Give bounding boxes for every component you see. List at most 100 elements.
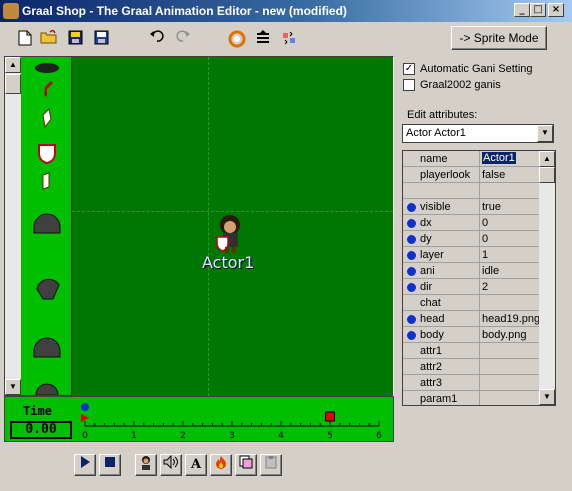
- timeline-ruler[interactable]: 0 1 2 3 4 5 6: [79, 401, 389, 441]
- attribute-row[interactable]: visible true: [403, 199, 540, 215]
- redo-icon[interactable]: [174, 30, 192, 48]
- timeline-tick-label: 1: [131, 431, 137, 441]
- actor-name-label: Actor1: [202, 253, 255, 272]
- attribute-value[interactable]: 1: [482, 249, 540, 261]
- window-title: Graal Shop - The Graal Animation Editor …: [22, 4, 347, 18]
- stop-icon[interactable]: [99, 454, 121, 476]
- attribute-row[interactable]: name Actor1: [403, 151, 540, 167]
- playback-bar: A: [0, 446, 400, 490]
- copy-frame-icon[interactable]: [235, 454, 257, 476]
- chevron-down-icon[interactable]: ▼: [537, 125, 553, 142]
- attribute-row[interactable]: attr3: [403, 375, 540, 391]
- maximize-button[interactable]: □: [530, 3, 546, 17]
- attribute-key: dx: [420, 217, 432, 229]
- attribute-row[interactable]: attr1: [403, 343, 540, 359]
- title-bar: Graal Shop - The Graal Animation Editor …: [0, 0, 572, 22]
- scroll-up-arrow-icon[interactable]: ▲: [539, 151, 555, 167]
- undo-icon[interactable]: [148, 30, 166, 48]
- shield-back-sprite-icon: [42, 172, 50, 190]
- automatic-gani-checkbox[interactable]: ✓: [403, 63, 415, 76]
- timeline-ticks: [84, 421, 380, 426]
- attribute-row[interactable]: param1: [403, 391, 540, 405]
- save-as-icon[interactable]: [92, 30, 110, 48]
- attribute-row[interactable]: chat: [403, 295, 540, 311]
- minimize-button[interactable]: _: [514, 3, 530, 17]
- attribute-dot-icon: [407, 331, 416, 340]
- attribute-value[interactable]: 0: [482, 217, 540, 229]
- scroll-thumb[interactable]: [539, 167, 555, 183]
- attribute-grid[interactable]: name Actor1 playerlook false visible true d…: [402, 150, 556, 406]
- attribute-dot-icon: [407, 235, 416, 244]
- sprite-strip: ▲ ▼: [4, 56, 72, 396]
- timeline-tick-label: 2: [180, 431, 186, 441]
- scroll-down-arrow-icon[interactable]: ▼: [5, 379, 21, 395]
- actor-sprite[interactable]: [212, 209, 252, 257]
- attribute-row[interactable]: [403, 183, 540, 199]
- ring-icon[interactable]: [228, 30, 246, 48]
- attribute-value[interactable]: true: [482, 201, 540, 213]
- attribute-key: body: [420, 329, 444, 341]
- attribute-key: attr3: [420, 377, 443, 389]
- attribute-row[interactable]: head head19.png: [403, 311, 540, 327]
- timeline-keyframe-marker: [325, 411, 335, 422]
- timeline-start-flag-icon: [81, 414, 89, 422]
- timeline[interactable]: Time 0.00 0 1 2 3 4 5 6: [4, 396, 394, 442]
- close-button[interactable]: ×: [548, 3, 564, 17]
- attribute-value[interactable]: body.png: [482, 329, 540, 341]
- save-icon[interactable]: [66, 30, 84, 48]
- helmet-sprite-icon: [33, 213, 61, 234]
- attribute-row[interactable]: ani idle: [403, 263, 540, 279]
- graal2002-checkbox[interactable]: [403, 79, 415, 92]
- automatic-gani-label: Automatic Gani Setting: [420, 63, 533, 75]
- attribute-row[interactable]: attr2: [403, 359, 540, 375]
- scroll-down-arrow-icon[interactable]: ▼: [539, 389, 555, 405]
- attribute-key: head: [420, 313, 445, 325]
- attribute-key: name: [420, 153, 448, 165]
- timeline-tick-label: 0: [82, 431, 88, 441]
- graal2002-checkbox-row[interactable]: Graal2002 ganis: [403, 79, 501, 92]
- scroll-up-arrow-icon[interactable]: ▲: [5, 57, 21, 73]
- attribute-value[interactable]: 2: [482, 281, 540, 293]
- object-select[interactable]: Actor Actor1 ▼: [402, 124, 554, 143]
- new-file-icon[interactable]: [16, 30, 34, 48]
- attribute-row[interactable]: dx 0: [403, 215, 540, 231]
- attribute-key: attr2: [420, 361, 443, 373]
- attribute-value[interactable]: 0: [482, 233, 540, 245]
- attribute-row[interactable]: layer 1: [403, 247, 540, 263]
- shield-side-sprite-icon: [42, 107, 52, 129]
- sprite-mode-button[interactable]: -> Sprite Mode: [451, 26, 547, 50]
- attribute-key: layer: [420, 249, 444, 261]
- attribute-key: attr1: [420, 345, 443, 357]
- edit-attributes-label: Edit attributes:: [407, 109, 478, 121]
- attribute-row[interactable]: playerlook false: [403, 167, 540, 183]
- time-value: 0.00: [10, 421, 72, 439]
- attribute-value[interactable]: Actor1: [482, 152, 516, 164]
- attribute-value[interactable]: idle: [482, 265, 540, 277]
- attribute-dot-icon: [407, 315, 416, 324]
- timeline-tick-label: 4: [278, 431, 284, 441]
- graal2002-label: Graal2002 ganis: [420, 79, 501, 91]
- fire-icon[interactable]: [210, 454, 232, 476]
- attribute-row[interactable]: dy 0: [403, 231, 540, 247]
- scroll-thumb[interactable]: [5, 74, 21, 94]
- attribute-row[interactable]: body body.png: [403, 327, 540, 343]
- helmet-partial-sprite-icon: [35, 383, 59, 395]
- open-folder-icon[interactable]: [40, 28, 58, 48]
- attribute-value[interactable]: false: [482, 169, 540, 181]
- sound-icon[interactable]: [160, 454, 182, 476]
- play-icon[interactable]: [74, 454, 96, 476]
- text-icon[interactable]: A: [185, 454, 207, 476]
- actor-icon[interactable]: [135, 454, 157, 476]
- automatic-gani-checkbox-row[interactable]: ✓ Automatic Gani Setting: [403, 63, 533, 76]
- animation-canvas[interactable]: Actor1: [72, 56, 394, 396]
- attribute-row[interactable]: dir 2: [403, 279, 540, 295]
- attribute-grid-scrollbar[interactable]: ▲ ▼: [539, 151, 555, 405]
- canvas-guide-vertical: [208, 57, 209, 396]
- attribute-value[interactable]: head19.png: [482, 313, 540, 325]
- sprite-strip-scrollbar[interactable]: ▲ ▼: [5, 57, 21, 395]
- stack-icon[interactable]: [254, 30, 272, 48]
- attribute-dot-icon: [407, 219, 416, 228]
- paste-frame-icon[interactable]: [260, 454, 282, 476]
- attribute-key: ani: [420, 265, 435, 277]
- sparkle-icon[interactable]: [280, 30, 298, 48]
